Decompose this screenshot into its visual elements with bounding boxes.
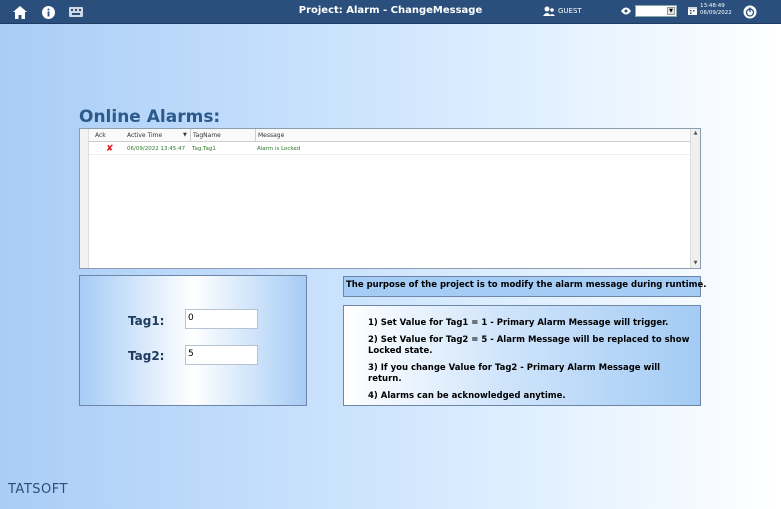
row-active-time: 06/09/2022 13:45:47	[127, 146, 186, 152]
purpose-description: The purpose of the project is to modify …	[343, 276, 706, 297]
column-header-ack[interactable]: Ack	[93, 129, 123, 142]
user-name: GUEST	[558, 7, 582, 15]
row-selector-strip	[80, 129, 89, 268]
clock-date: 06/09/2022	[700, 10, 732, 16]
top-bar: Project: Alarm - ChangeMessage GUEST ▼ 1…	[0, 0, 781, 24]
power-icon[interactable]	[742, 4, 758, 20]
alarm-grid[interactable]: Ack Active Time ▼ TagName Message ✘ 06/0…	[79, 128, 701, 269]
instruction-step-1: 1) Set Value for Tag1 = 1 - Primary Alar…	[368, 318, 669, 328]
instructions-panel: 1) Set Value for Tag1 = 1 - Primary Alar…	[343, 305, 701, 406]
user-icon	[543, 6, 555, 16]
row-message: Alarm is Locked	[257, 146, 301, 152]
calendar-icon	[688, 6, 697, 15]
language-dropdown[interactable]: ▼	[635, 5, 677, 17]
language-icon	[621, 7, 631, 15]
scroll-down-icon[interactable]: ▼	[691, 259, 700, 268]
row-tagname: Tag.Tag1	[192, 146, 216, 152]
clock-time: 13:48:49	[700, 3, 725, 9]
online-alarms-title: Online Alarms:	[79, 107, 221, 127]
tag2-label: Tag2:	[128, 349, 165, 363]
language-selector[interactable]: ▼	[620, 5, 677, 17]
instruction-step-4: 4) Alarms can be acknowledged anytime.	[368, 391, 566, 401]
column-header-tagname[interactable]: TagName	[190, 129, 256, 142]
tatsoft-logo: TATSOFT	[8, 482, 68, 497]
instruction-step-2: 2) Set Value for Tag2 = 5 - Alarm Messag…	[368, 335, 690, 356]
tag2-input[interactable]: 5	[185, 345, 258, 365]
vertical-scrollbar[interactable]: ▲ ▼	[690, 129, 700, 268]
tag1-input[interactable]: 0	[185, 309, 258, 329]
ack-icon[interactable]: ✘	[104, 144, 114, 155]
user-indicator[interactable]: GUEST	[543, 6, 582, 16]
tag1-label: Tag1:	[128, 314, 165, 328]
chevron-down-icon[interactable]: ▼	[667, 7, 675, 15]
tag-input-panel: Tag1: 0 Tag2: 5	[79, 275, 307, 406]
column-header-active-time[interactable]: Active Time	[125, 129, 189, 142]
clock: 13:48:49 06/09/2022	[688, 3, 732, 17]
scroll-up-icon[interactable]: ▲	[691, 129, 700, 138]
table-row[interactable]: ✘ 06/09/2022 13:45:47 Tag.Tag1 Alarm is …	[89, 144, 691, 155]
instruction-step-3: 3) If you change Value for Tag2 - Primar…	[368, 363, 661, 384]
alarm-grid-header: Ack Active Time ▼ TagName Message	[89, 129, 691, 142]
column-header-message[interactable]: Message	[255, 129, 689, 142]
